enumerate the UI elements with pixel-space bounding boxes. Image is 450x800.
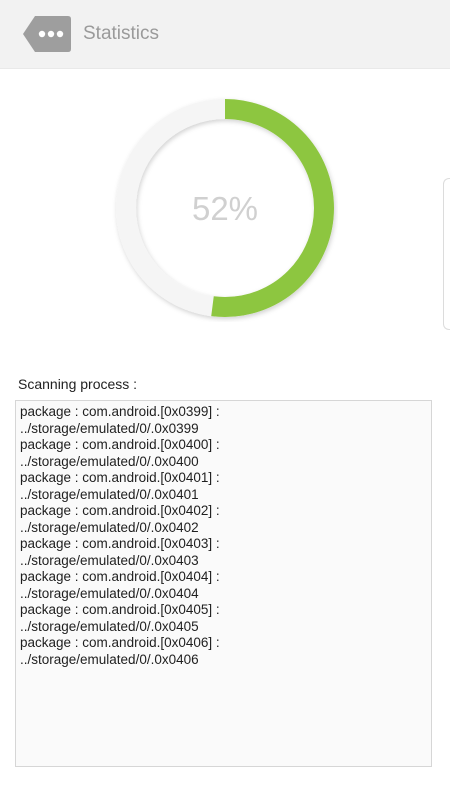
log-line: ../storage/emulated/0/.0x0399 — [20, 420, 199, 436]
page-title: Statistics — [83, 23, 160, 44]
more-dots-back-icon — [23, 16, 71, 52]
statistics-screen: Statistics 52% Scanning process : packag… — [0, 0, 450, 800]
log-line: ../storage/emulated/0/.0x0404 — [20, 585, 199, 601]
log-line: package : com.android.[0x0401] : — [20, 470, 220, 485]
log-line: package : com.android.[0x0400] : — [20, 437, 220, 452]
log-line: package : com.android.[0x0406] : — [20, 635, 220, 650]
back-button[interactable] — [22, 15, 72, 53]
log-line: ../storage/emulated/0/.0x0405 — [20, 618, 199, 634]
log-line: ../storage/emulated/0/.0x0402 — [20, 519, 199, 535]
top-bar: Statistics — [0, 0, 450, 69]
log-line: package : com.android.[0x0399] : — [20, 404, 220, 419]
log-line: ../storage/emulated/0/.0x0400 — [20, 453, 199, 469]
log-line: package : com.android.[0x0403] : — [20, 536, 220, 551]
log-line: package : com.android.[0x0405] : — [20, 602, 220, 617]
log-line: ../storage/emulated/0/.0x0403 — [20, 552, 199, 568]
progress-ring: 52% — [112, 96, 338, 322]
scan-log[interactable]: package : com.android.[0x0399] : ../stor… — [15, 400, 432, 767]
log-line: package : com.android.[0x0402] : — [20, 503, 220, 518]
log-line: package : com.android.[0x0404] : — [20, 569, 220, 584]
progress-percent: 52% — [191, 190, 259, 227]
scanning-process-label: Scanning process : — [18, 376, 138, 392]
log-line: ../storage/emulated/0/.0x0401 — [20, 486, 199, 502]
side-drawer-handle[interactable] — [443, 178, 450, 330]
log-line: ../storage/emulated/0/.0x0406 — [20, 651, 199, 667]
